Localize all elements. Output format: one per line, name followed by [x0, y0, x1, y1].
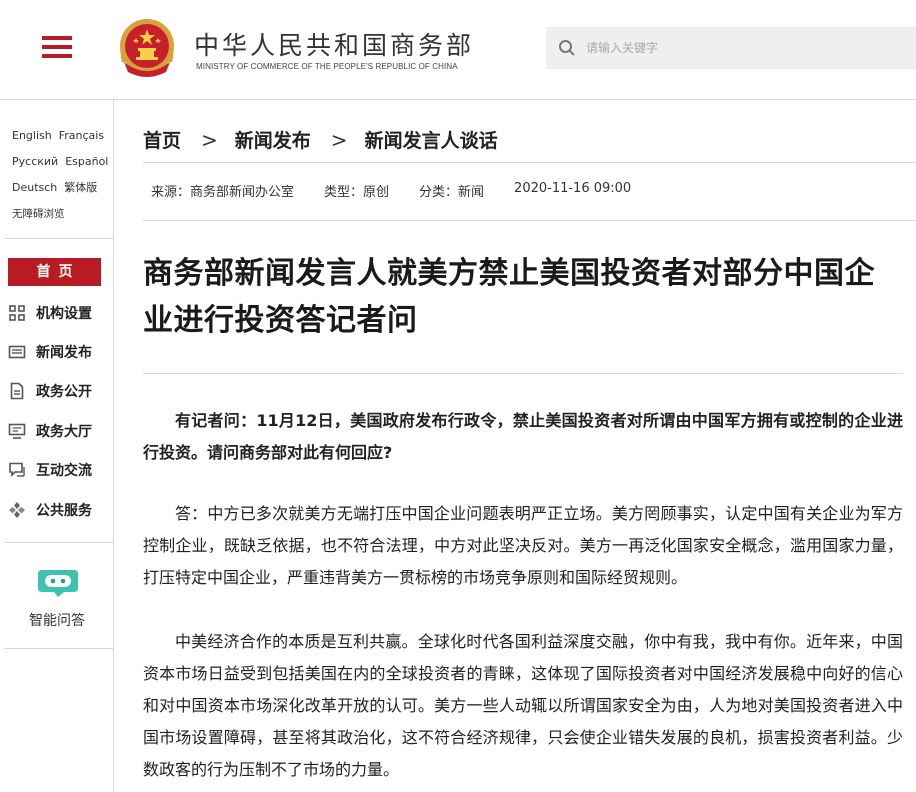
chat-icon — [9, 462, 25, 477]
meta-source: 来源：商务部新闻办公室 — [151, 185, 295, 200]
sidebar-item-label: 政务公开 — [36, 384, 92, 400]
site-title-en: MINISTRY OF COMMERCE OF THE PEOPLE'S REP… — [196, 62, 458, 71]
breadcrumb-news[interactable]: 新闻发布 — [235, 126, 311, 153]
article-answer-paragraph: 答：中方已多次就美方无端打压中国企业问题表明严正立场。美方罔顾事实，认定中国有关… — [143, 504, 903, 587]
national-emblem-icon — [120, 19, 174, 77]
sidebar-item-service-hall[interactable]: 政务大厅 — [8, 420, 92, 442]
article-meta: 来源：商务部新闻办公室 类型：原创 分类：新闻 2020-11-16 09:00 — [151, 181, 631, 200]
sidebar-divider — [4, 238, 114, 239]
meta-divider — [143, 220, 916, 221]
sidebar-item-label: 政务大厅 — [36, 424, 92, 440]
lang-traditional-chinese[interactable]: 繁体版 — [64, 179, 97, 195]
sidebar-item-label: 机构设置 — [36, 306, 92, 322]
grid-icon — [9, 305, 25, 321]
sidebar-divider — [4, 648, 114, 649]
title-divider — [143, 373, 903, 374]
meta-category: 分类：新闻 — [419, 185, 485, 200]
lang-german[interactable]: Deutsch — [12, 181, 57, 194]
meta-datetime: 2020-11-16 09:00 — [514, 181, 632, 196]
lang-english[interactable]: English — [12, 129, 52, 142]
lang-french[interactable]: Français — [59, 129, 104, 142]
language-links: English Français Русский Español Deutsch… — [12, 122, 112, 226]
sidebar-item-label: 新闻发布 — [36, 345, 92, 361]
sidebar: English Français Русский Español Deutsch… — [0, 100, 114, 792]
breadcrumb: 首页 > 新闻发布 > 新闻发言人谈话 — [143, 126, 498, 153]
accessibility-link[interactable]: 无障碍浏览 — [12, 206, 65, 221]
sidebar-item-government-affairs[interactable]: 政务公开 — [8, 380, 92, 402]
search-icon[interactable] — [558, 39, 576, 57]
sidebar-divider — [4, 542, 114, 543]
monitor-icon — [8, 423, 26, 439]
breadcrumb-spokesperson[interactable]: 新闻发言人谈话 — [365, 126, 498, 153]
sidebar-item-news[interactable]: 新闻发布 — [8, 341, 92, 363]
sidebar-item-organization[interactable]: 机构设置 — [8, 302, 92, 324]
sidebar-item-interaction[interactable]: 互动交流 — [8, 459, 92, 481]
sidebar-item-label: 公共服务 — [36, 503, 92, 519]
lang-russian[interactable]: Русский — [12, 155, 58, 168]
chevron-right-icon: > — [330, 127, 348, 152]
sidebar-item-public-service[interactable]: 公共服务 — [8, 499, 92, 521]
meta-type: 类型：原创 — [324, 185, 390, 200]
article-question: 有记者问：11月12日，美国政府发布行政令，禁止美国投资者对所谓由中国军方拥有或… — [143, 411, 903, 462]
breadcrumb-home[interactable]: 首页 — [143, 126, 181, 153]
lang-spanish[interactable]: Español — [65, 155, 108, 168]
smart-qa-label[interactable]: 智能问答 — [0, 610, 114, 630]
search-box — [546, 27, 916, 69]
service-icon — [9, 502, 25, 518]
document-icon — [10, 382, 24, 400]
search-input[interactable] — [586, 27, 906, 69]
sidebar-item-label: 互动交流 — [36, 463, 92, 479]
newspaper-icon — [8, 345, 26, 359]
menu-icon[interactable] — [42, 36, 74, 60]
article-title: 商务部新闻发言人就美方禁止美国投资者对部分中国企业进行投资答记者问 — [143, 256, 875, 338]
site-header: 中华人民共和国商务部 MINISTRY OF COMMERCE OF THE P… — [0, 0, 916, 100]
robot-chat-icon[interactable] — [36, 568, 80, 598]
article-answer-paragraph: 中美经济合作的本质是互利共赢。全球化时代各国利益深度交融，你中有我，我中有你。近… — [143, 632, 903, 779]
site-title-cn: 中华人民共和国商务部 — [194, 31, 475, 60]
sidebar-home-button[interactable]: 首页 — [8, 258, 101, 286]
chevron-right-icon: > — [201, 127, 218, 152]
breadcrumb-divider — [143, 162, 916, 163]
